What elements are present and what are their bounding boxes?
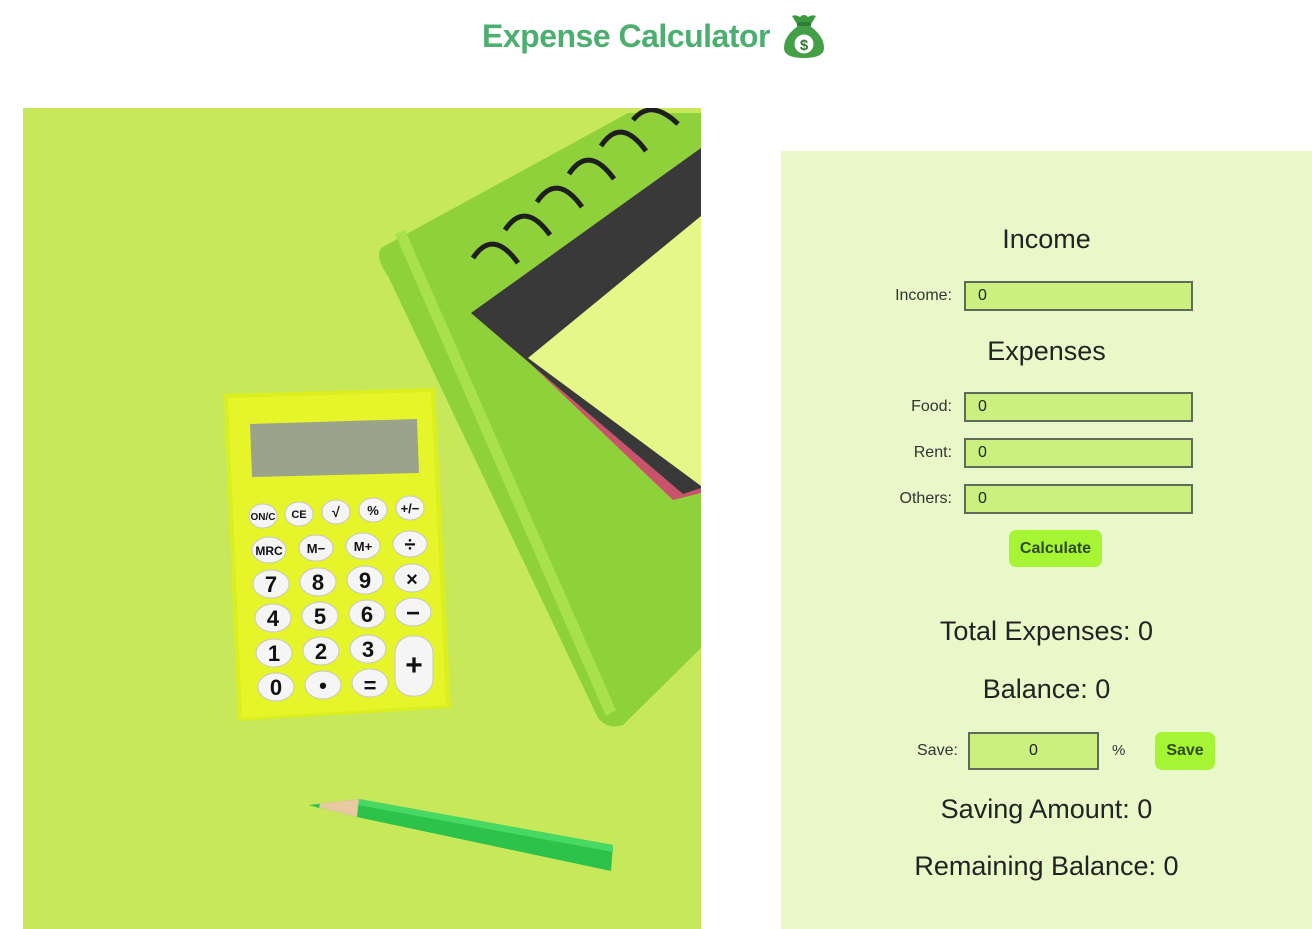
- save-button[interactable]: Save: [1155, 732, 1215, 770]
- svg-text:+/−: +/−: [401, 501, 420, 516]
- svg-text:8: 8: [312, 570, 324, 595]
- svg-text:√: √: [332, 504, 340, 520]
- svg-text:0: 0: [270, 675, 282, 700]
- rent-row: Rent:: [781, 438, 1312, 468]
- svg-text:M+: M+: [354, 539, 373, 554]
- svg-text:5: 5: [314, 604, 326, 629]
- money-bag-icon: $: [778, 10, 830, 62]
- svg-text:3: 3: [362, 637, 374, 662]
- income-heading: Income: [1002, 224, 1091, 254]
- saving-amount-text: Saving Amount: 0: [940, 794, 1153, 824]
- expenses-heading: Expenses: [987, 336, 1106, 366]
- total-expenses-text: Total Expenses: 0: [939, 616, 1154, 646]
- svg-text:−: −: [406, 600, 420, 627]
- food-row: Food:: [781, 392, 1312, 422]
- svg-text:9: 9: [359, 568, 371, 593]
- svg-text:+: +: [405, 649, 423, 682]
- svg-text:ON/C: ON/C: [251, 512, 276, 523]
- rent-label: Rent:: [913, 444, 952, 461]
- others-label: Others:: [899, 490, 952, 507]
- calculate-button[interactable]: Calculate: [1009, 530, 1102, 567]
- svg-text:6: 6: [361, 602, 373, 627]
- save-percent-input[interactable]: [968, 732, 1099, 770]
- remaining-balance-text: Remaining Balance: 0: [914, 851, 1179, 881]
- rent-input[interactable]: [964, 438, 1193, 468]
- page-title: Expense Calculator $: [482, 8, 830, 62]
- calculator-image: ON/C CE √ % +/− MRC M− M+ ÷ 7 8 9 × 4 5 …: [224, 388, 451, 721]
- svg-text:÷: ÷: [405, 534, 416, 556]
- page-header: Expense Calculator $: [0, 0, 1312, 70]
- svg-text:=: =: [364, 673, 377, 698]
- income-input[interactable]: [964, 281, 1193, 311]
- svg-text:7: 7: [265, 572, 277, 597]
- income-label: Income:: [895, 287, 952, 304]
- income-row: Income:: [781, 281, 1312, 311]
- svg-text:MRC: MRC: [255, 544, 283, 558]
- calculator-notebook-pencil-photo: ON/C CE √ % +/− MRC M− M+ ÷ 7 8 9 × 4 5 …: [23, 108, 701, 929]
- balance-text: Balance: 0: [982, 674, 1111, 704]
- page-title-text: Expense Calculator: [482, 17, 771, 54]
- expense-form-panel: Income Income: Expenses Food: Rent: Othe…: [781, 151, 1312, 929]
- svg-text:1: 1: [268, 641, 280, 666]
- svg-text:2: 2: [315, 639, 327, 664]
- svg-text:CE: CE: [291, 509, 306, 521]
- food-input[interactable]: [964, 392, 1193, 422]
- save-label: Save:: [917, 742, 958, 759]
- others-input[interactable]: [964, 484, 1193, 514]
- svg-text:$: $: [800, 37, 809, 54]
- svg-text:•: •: [319, 673, 327, 698]
- svg-text:×: ×: [406, 569, 418, 591]
- percent-unit: %: [1112, 742, 1126, 759]
- food-label: Food:: [911, 398, 952, 415]
- svg-text:M−: M−: [307, 541, 326, 556]
- others-row: Others:: [781, 484, 1312, 514]
- svg-text:%: %: [367, 503, 379, 518]
- svg-text:4: 4: [267, 606, 280, 631]
